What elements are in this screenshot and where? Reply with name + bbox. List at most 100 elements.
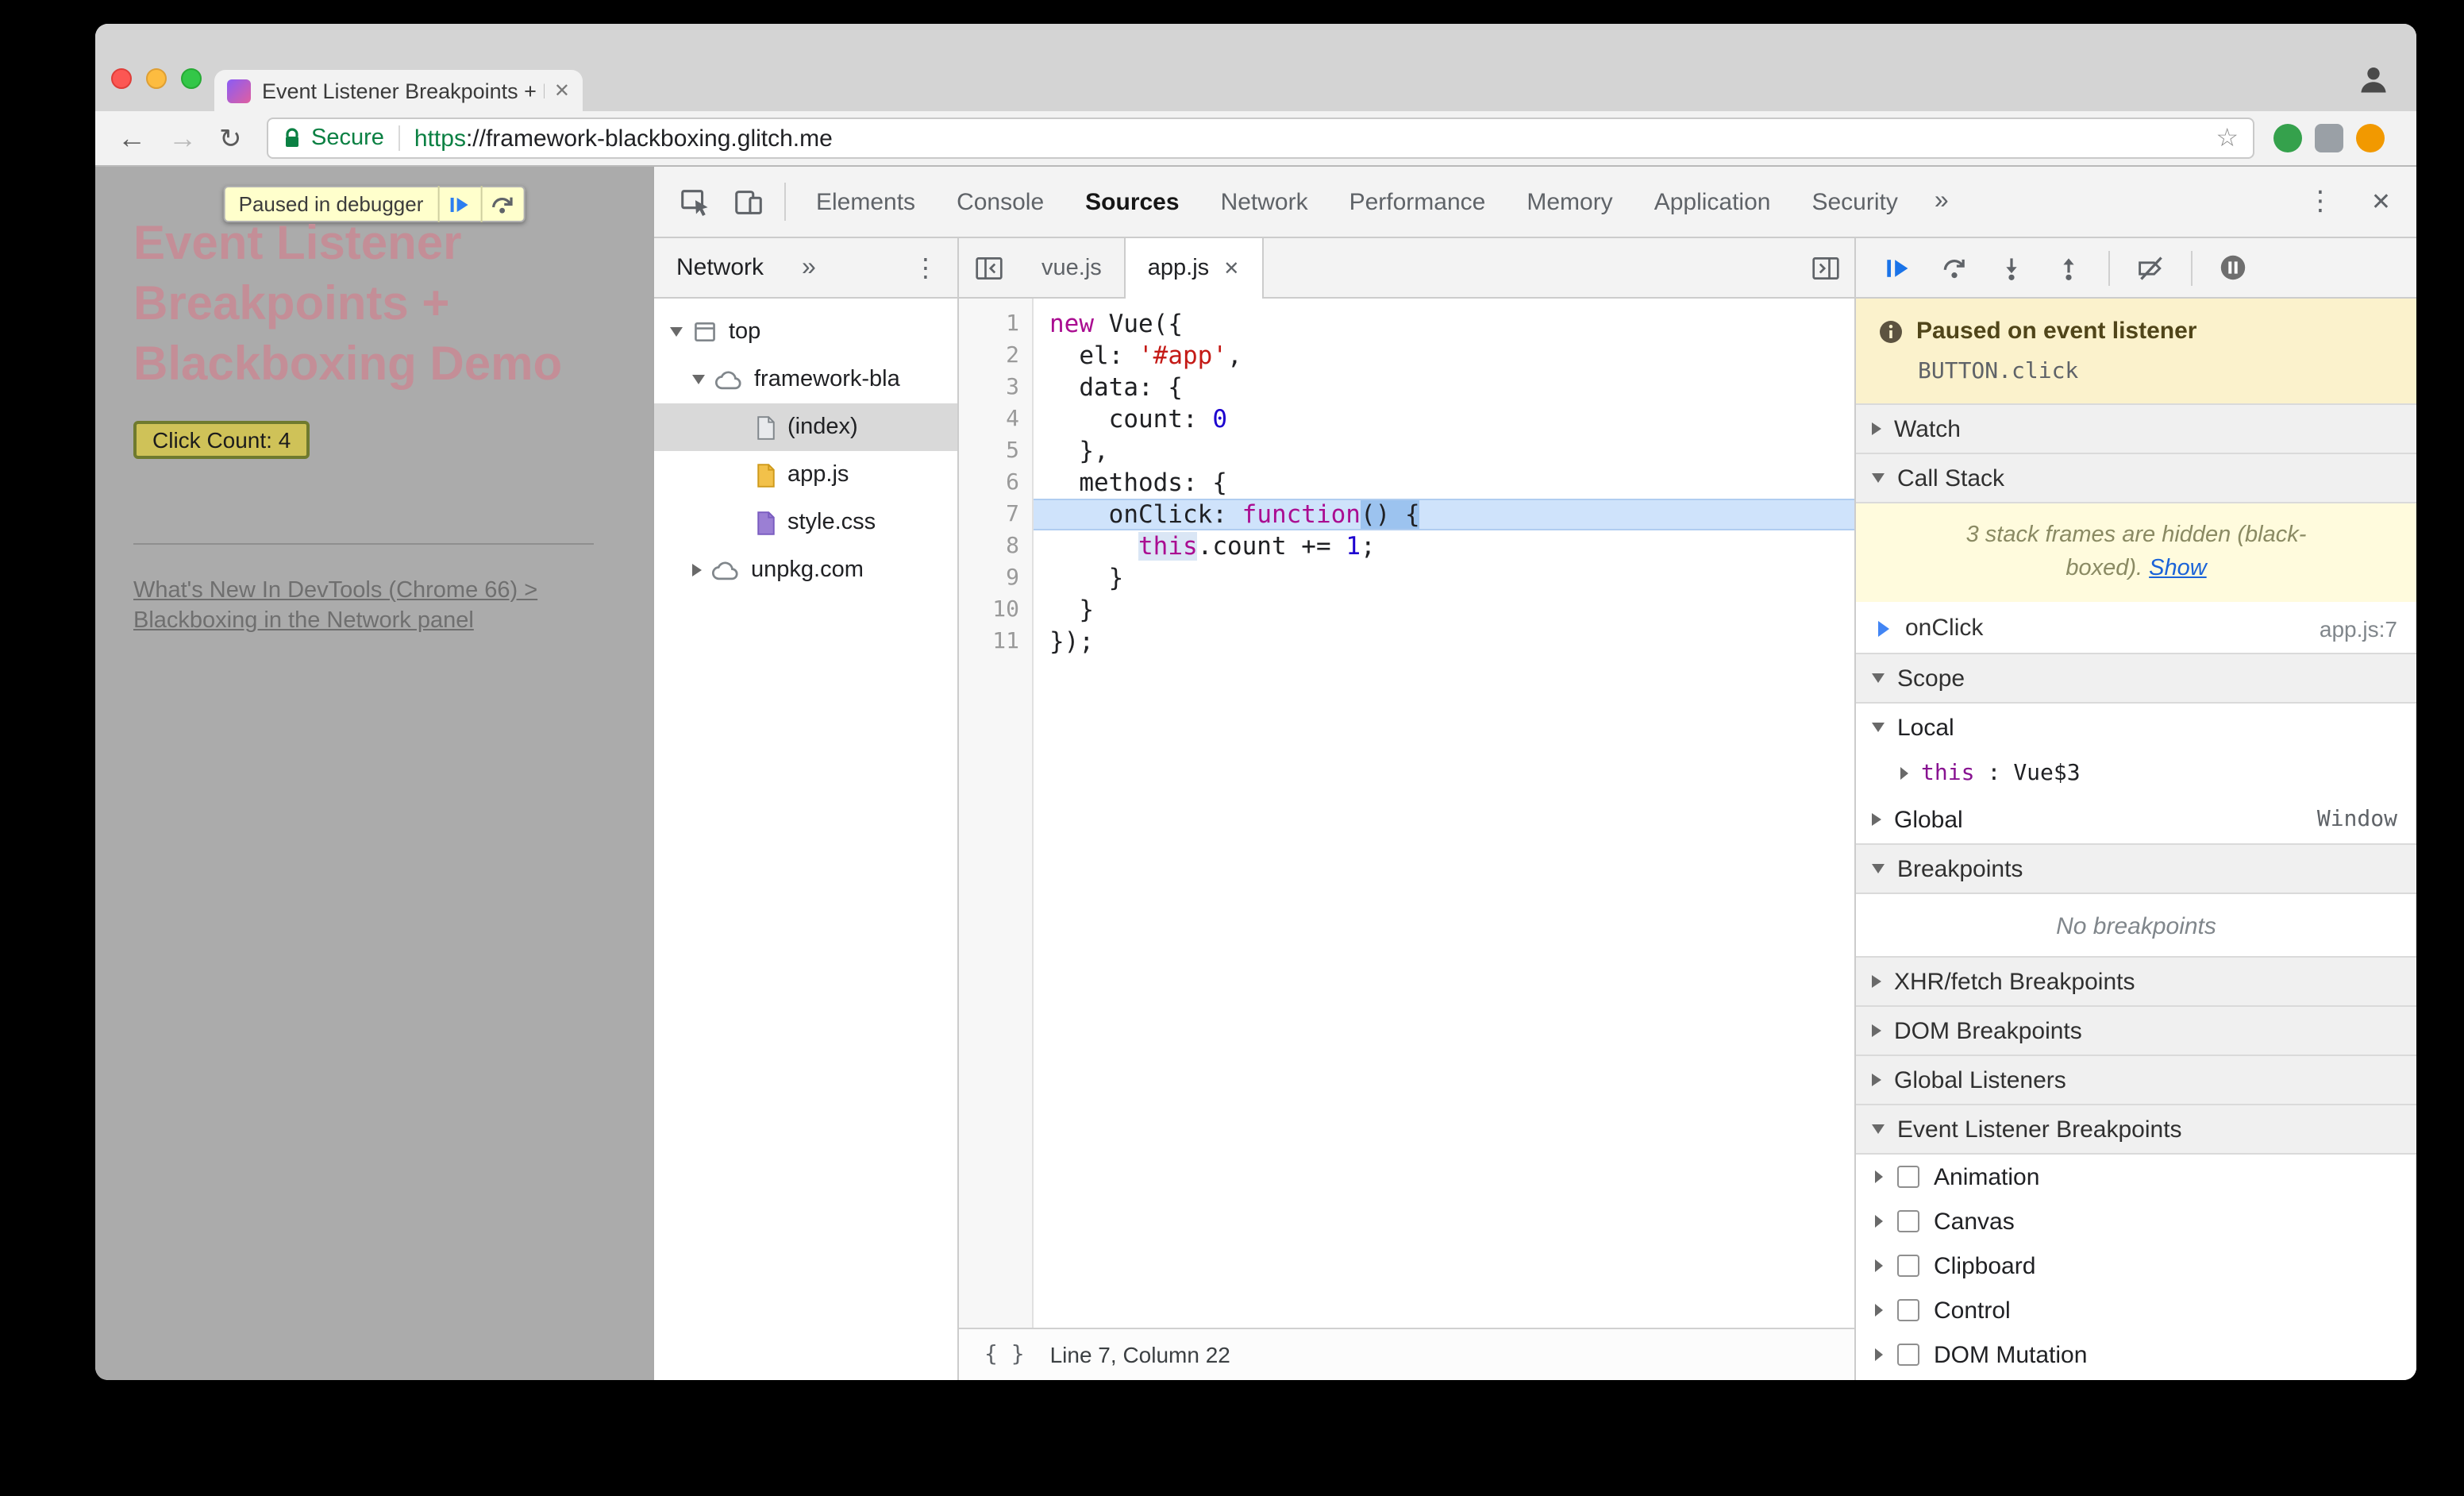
page-link-line[interactable]: What's New In DevTools (Chrome 66) > [133, 576, 537, 607]
deactivate-breakpoints-icon[interactable] [2129, 246, 2172, 289]
tree-item-index[interactable]: (index) [654, 403, 957, 451]
page-link-line[interactable]: Blackboxing in the Network panel [133, 607, 537, 637]
navigator-tab-network[interactable]: Network [676, 254, 764, 281]
tab-security[interactable]: Security [1791, 166, 1918, 237]
checkbox[interactable] [1897, 1299, 1919, 1321]
collapse-arrow-icon[interactable] [1900, 766, 1908, 779]
section-call-stack[interactable]: Call Stack [1856, 453, 2416, 503]
address-bar[interactable]: Secure https://framework-blackboxing.gli… [267, 118, 2254, 159]
tree-item-appjs[interactable]: app.js [654, 451, 957, 499]
tree-item-unpkg[interactable]: unpkg.com [654, 546, 957, 594]
collapse-arrow-icon[interactable] [1875, 1170, 1883, 1183]
tree-item-top[interactable]: top [654, 308, 957, 356]
step-into-icon[interactable] [1989, 246, 2032, 289]
code-line[interactable]: } [1034, 562, 1854, 594]
collapse-arrow-icon[interactable] [1872, 1074, 1881, 1086]
browser-tab[interactable]: Event Listener Breakpoints + B ✕ [214, 70, 583, 111]
gutter-line-number[interactable]: 4 [959, 403, 1032, 435]
code-line[interactable]: data: { [1034, 372, 1854, 403]
back-button[interactable]: ← [117, 111, 146, 167]
code-line[interactable]: methods: { [1034, 467, 1854, 499]
navigator-menu-icon[interactable]: ⋮ [913, 252, 938, 283]
tab-console[interactable]: Console [936, 166, 1065, 237]
devtools-menu-icon[interactable]: ⋮ [2307, 186, 2334, 218]
gutter-line-number[interactable]: 5 [959, 435, 1032, 467]
gutter-line-number[interactable]: 11 [959, 626, 1032, 657]
code-line[interactable]: }); [1034, 626, 1854, 657]
tab-performance[interactable]: Performance [1329, 166, 1507, 237]
toggle-debugger-sidebar-icon[interactable] [1810, 238, 1842, 297]
collapse-arrow-icon[interactable] [1875, 1259, 1883, 1272]
expand-arrow-icon[interactable] [670, 327, 683, 337]
gutter-line-number[interactable]: 3 [959, 372, 1032, 403]
toggle-navigator-icon[interactable] [959, 238, 1019, 297]
code-line[interactable]: new Vue({ [1034, 308, 1854, 340]
pretty-print-icon[interactable]: { } [984, 1342, 1025, 1367]
expand-arrow-icon[interactable] [692, 375, 705, 384]
tab-elements[interactable]: Elements [795, 166, 936, 237]
tree-item-stylecss[interactable]: style.css [654, 499, 957, 546]
tab-sources[interactable]: Sources [1065, 166, 1199, 237]
step-out-icon[interactable] [2046, 246, 2089, 289]
extension-icon-orange[interactable] [2356, 124, 2385, 152]
checkbox[interactable] [1897, 1166, 1919, 1188]
listener-category-dom-mutation[interactable]: DOM Mutation [1856, 1332, 2416, 1377]
inspect-element-icon[interactable] [667, 178, 721, 226]
listener-category-control[interactable]: Control [1856, 1288, 2416, 1332]
checkbox[interactable] [1897, 1255, 1919, 1277]
section-watch[interactable]: Watch [1856, 403, 2416, 454]
listener-category-canvas[interactable]: Canvas [1856, 1199, 2416, 1243]
gutter-line-number[interactable]: 6 [959, 467, 1032, 499]
editor-tab-appjs[interactable]: app.js ✕ [1123, 238, 1264, 299]
tab-application[interactable]: Application [1634, 166, 1792, 237]
collapse-arrow-icon[interactable] [1872, 813, 1881, 826]
code-line[interactable]: count: 0 [1034, 403, 1854, 435]
navigator-more-tabs-icon[interactable]: » [802, 253, 816, 282]
window-minimize-button[interactable] [146, 68, 167, 89]
editor-tab-vuejs[interactable]: vue.js [1019, 238, 1124, 297]
collapse-arrow-icon[interactable] [1872, 975, 1881, 988]
listener-category-animation[interactable]: Animation [1856, 1155, 2416, 1199]
listener-category-clipboard[interactable]: Clipboard [1856, 1243, 2416, 1288]
step-over-icon[interactable] [1932, 246, 1975, 289]
extension-icon-green[interactable] [2273, 124, 2302, 152]
code-line[interactable]: }, [1034, 435, 1854, 467]
extension-icon-gray[interactable] [2315, 124, 2343, 152]
devtools-close-icon[interactable]: ✕ [2371, 187, 2391, 216]
code-line[interactable]: el: '#app', [1034, 340, 1854, 372]
resume-script-icon[interactable] [1875, 246, 1918, 289]
more-tabs-icon[interactable]: » [1919, 187, 1965, 216]
expand-arrow-icon[interactable] [1872, 723, 1885, 732]
call-stack-frame[interactable]: onClick app.js:7 [1856, 602, 2416, 654]
expand-arrow-icon[interactable] [1872, 864, 1885, 873]
checkbox[interactable] [1897, 1210, 1919, 1232]
window-close-button[interactable] [111, 68, 132, 89]
section-xhr-breakpoints[interactable]: XHR/fetch Breakpoints [1856, 956, 2416, 1007]
pause-on-exceptions-icon[interactable] [2212, 246, 2254, 289]
profile-avatar-icon[interactable] [2356, 62, 2391, 97]
gutter-line-number[interactable]: 10 [959, 594, 1032, 626]
show-blackboxed-link[interactable]: Show [2149, 556, 2207, 581]
bookmark-star-icon[interactable]: ☆ [2216, 122, 2239, 154]
reload-button[interactable]: ↻ [219, 111, 242, 167]
tree-item-domain[interactable]: framework-bla [654, 356, 957, 403]
collapse-arrow-icon[interactable] [1875, 1215, 1883, 1228]
scope-this-row[interactable]: this: Vue$3 [1856, 751, 2416, 794]
close-tab-icon[interactable]: ✕ [1223, 256, 1239, 279]
collapse-arrow-icon[interactable] [1872, 422, 1881, 435]
expand-arrow-icon[interactable] [1872, 673, 1885, 683]
section-dom-breakpoints[interactable]: DOM Breakpoints [1856, 1005, 2416, 1056]
gutter-line-number[interactable]: 2 [959, 340, 1032, 372]
scope-global-row[interactable]: Global Window [1856, 794, 2416, 845]
checkbox[interactable] [1897, 1344, 1919, 1366]
gutter-line-number[interactable]: 7 [959, 499, 1032, 530]
expand-arrow-icon[interactable] [1872, 1124, 1885, 1134]
expand-arrow-icon[interactable] [1872, 473, 1885, 483]
code-line[interactable]: this.count += 1; [1034, 530, 1854, 562]
paused-code-line[interactable]: onClick: function() { [1034, 499, 1854, 530]
collapse-arrow-icon[interactable] [1872, 1024, 1881, 1037]
collapse-arrow-icon[interactable] [1875, 1304, 1883, 1317]
section-global-listeners[interactable]: Global Listeners [1856, 1055, 2416, 1105]
window-zoom-button[interactable] [181, 68, 202, 89]
collapse-arrow-icon[interactable] [692, 564, 702, 576]
